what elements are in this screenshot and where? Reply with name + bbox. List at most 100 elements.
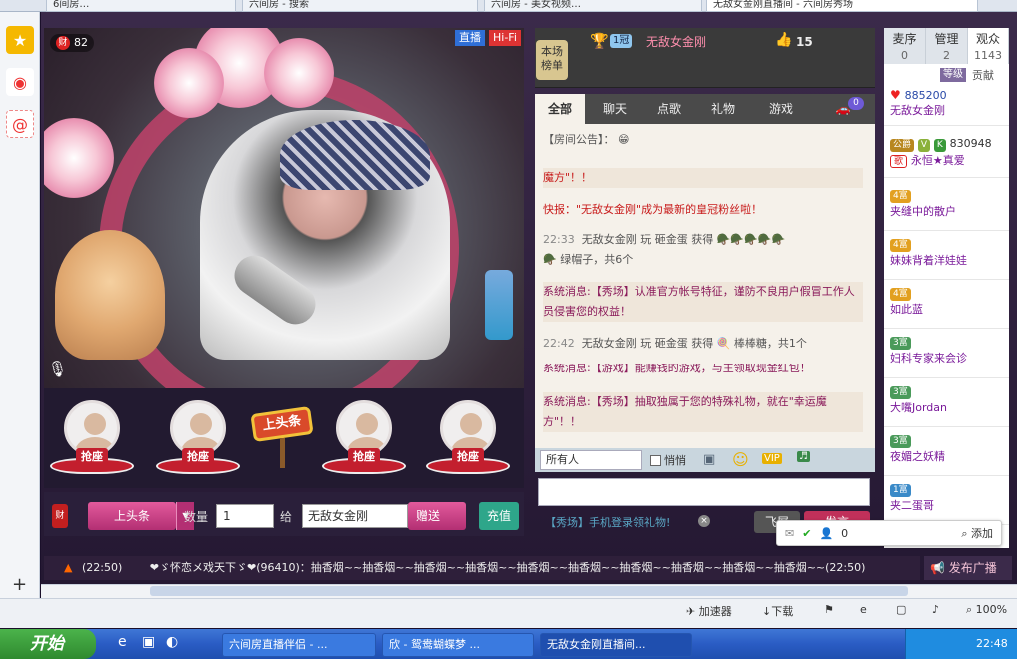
score: 830948	[949, 137, 992, 150]
tab-gift[interactable]: 礼物	[699, 94, 747, 124]
audience-panel: 麦序 0 管理 2 观众 1143 ♥ 885200 无敌女金刚 公爵 V K 830…	[884, 28, 1009, 548]
volume-icon[interactable]: ♪	[932, 603, 939, 616]
seat-slot[interactable]: 抢座	[322, 400, 406, 480]
close-icon[interactable]: ×	[698, 515, 710, 527]
gift-select[interactable]: 上头条	[88, 502, 176, 530]
heart-icon: ♥	[890, 88, 901, 102]
window-icon[interactable]: ▢	[896, 603, 906, 616]
ie-icon[interactable]: e	[860, 603, 867, 616]
star-icon[interactable]: ★	[6, 26, 34, 54]
hifi-badge[interactable]: Hi-Fi	[489, 30, 521, 46]
seat-slot[interactable]: 抢座	[50, 400, 134, 480]
check-icon[interactable]: ✔	[802, 527, 811, 540]
msg-text: 绿帽子，共6个	[560, 253, 634, 266]
whisper-checkbox[interactable]: 悄悄	[650, 452, 686, 468]
list-item[interactable]: 3富 夜媚之妖精	[884, 428, 1009, 476]
user-name: 夜媚之妖精	[890, 450, 945, 463]
vip-icon[interactable]: VIP	[762, 453, 782, 464]
seat-slot[interactable]: 抢座	[156, 400, 240, 480]
list-item[interactable]: 3富 大嘴Jordan	[884, 379, 1009, 427]
host-name[interactable]: 无敌女金刚	[646, 33, 706, 50]
list-item[interactable]: 4富 妹妹背着洋娃娃	[884, 232, 1009, 280]
browser-tab[interactable]: 六间房 - 美女视频…	[484, 0, 702, 12]
system-message: 系统消息:【秀场】认准官方帐号特征，谨防不良用户假冒工作人员侵害您的权益！	[543, 282, 863, 322]
weibo-icon[interactable]: ◉	[6, 68, 34, 96]
add-contact-button[interactable]: ⌕ 添加	[961, 525, 1001, 541]
tab-admins[interactable]: 管理 2	[926, 28, 968, 64]
audience-select[interactable]: 所有人	[540, 450, 642, 470]
accelerator-button[interactable]: ✈ 加速器	[686, 603, 732, 619]
tab-game[interactable]: 游戏	[753, 94, 809, 124]
list-item[interactable]: 4富 如此蓝	[884, 281, 1009, 329]
chat-log[interactable]: 【房间公告】： 😁 魔方"！！ 快报："无敌女金刚"成为最新的皇冠粉丝啦！ 22…	[535, 124, 875, 448]
sort-level-button[interactable]: 等级	[940, 68, 966, 82]
tab-label: 无敌女金刚直播间 - 六间房秀场	[713, 0, 853, 10]
msg-time: 22:33	[543, 233, 575, 246]
mail-icon[interactable]: @	[6, 110, 34, 138]
rank-badge: 1富	[890, 484, 911, 497]
tab-all[interactable]: 全部	[535, 94, 585, 124]
start-button[interactable]: 开始	[0, 629, 96, 659]
seat-slot[interactable]: 抢座	[426, 400, 510, 480]
video-player[interactable]	[44, 28, 524, 388]
sort-contribution-button[interactable]: 贡献	[972, 67, 994, 83]
download-button[interactable]: ↓下载	[762, 603, 793, 619]
list-item[interactable]: 1富 夹二蛋哥	[884, 477, 1009, 525]
zoom-control[interactable]: ⌕ 100%	[966, 603, 1007, 617]
red-envelope-button[interactable]: 财	[52, 504, 68, 528]
tab-song[interactable]: 点歌	[645, 94, 693, 124]
taskbar-item[interactable]: 欣 - 鸳鸯蝴蝶梦 ...	[382, 633, 534, 657]
chat-message: 22:33 无敌女金刚 玩 砸金蛋 获得 🪖🪖🪖🪖🪖 🪖 绿帽子，共6个	[543, 230, 863, 270]
image-icon[interactable]: ▣	[703, 452, 715, 467]
clock[interactable]: 22:48	[976, 637, 1008, 650]
ranking-board-button[interactable]: 本场榜单	[536, 40, 568, 80]
browser-tab-active[interactable]: 无敌女金刚直播间 - 六间房秀场	[706, 0, 978, 12]
megaphone-icon: 📢	[930, 561, 945, 575]
chat-input[interactable]	[538, 478, 870, 506]
smiley-icon[interactable]: ☺	[732, 450, 749, 469]
song-tag: 歌	[890, 155, 908, 168]
broadcast-button[interactable]: 📢 发布广播	[924, 556, 1012, 580]
user-name: 永恒★真爱	[910, 154, 965, 167]
window-switch-icon[interactable]: ▣	[142, 634, 155, 650]
envelope-icon[interactable]: ✉	[785, 527, 794, 540]
whisper-label: 悄悄	[664, 454, 686, 467]
list-item[interactable]: 3富 妇科专家来会诊	[884, 330, 1009, 378]
live-badge[interactable]: 直播	[455, 30, 485, 46]
recharge-button[interactable]: 充值	[479, 502, 519, 530]
scrollbar-thumb[interactable]	[150, 586, 908, 596]
search-icon: ⌕	[961, 527, 968, 540]
tab-queue[interactable]: 麦序 0	[884, 28, 926, 64]
grab-seat-label: 抢座	[76, 448, 108, 466]
list-item[interactable]: 4富 夹缝中的散户	[884, 183, 1009, 231]
add-label: 添加	[971, 527, 993, 540]
list-item[interactable]: 公爵 V K 830948 歌 永恒★真爱	[884, 134, 1009, 178]
money-icon: 财	[56, 36, 70, 50]
chat-message: 快报："无敌女金刚"成为最新的皇冠粉丝啦！	[543, 203, 763, 216]
recipient-select[interactable]: 无敌女金刚	[302, 504, 408, 528]
tab-count: 0	[901, 49, 908, 62]
speaker-icon[interactable]: ♬	[797, 451, 810, 462]
user-icon[interactable]: 👤	[819, 527, 833, 540]
browser-tab[interactable]: 6间房…	[46, 0, 236, 12]
quantity-label: 数量	[184, 510, 209, 524]
lollipop-icon: 🍭	[716, 337, 731, 350]
tab-chat[interactable]: 聊天	[591, 94, 639, 124]
promo-link[interactable]: 【秀场】手机登录领礼物!	[545, 514, 670, 530]
system-message: 系统消息:【游戏】能赚钱的游戏，与主领取现金红包！	[543, 364, 811, 374]
rank-badge: 4富	[890, 239, 911, 252]
taskbar-item-active[interactable]: 无敌女金刚直播间...	[540, 633, 692, 657]
checkbox[interactable]	[650, 454, 661, 466]
browser-tab[interactable]: 六间房 - 搜索	[242, 0, 478, 12]
user-name: 无敌女金刚	[890, 104, 945, 117]
ie-icon[interactable]: e	[118, 634, 127, 650]
flag-icon[interactable]: ⚑	[824, 603, 834, 616]
add-icon[interactable]: +	[12, 574, 27, 595]
taskbar-item[interactable]: 六间房直播伴侣 - ...	[222, 633, 376, 657]
microphone-icon[interactable]: 🎙	[48, 360, 67, 382]
tab-audience[interactable]: 观众 1143	[968, 28, 1009, 64]
send-gift-button[interactable]: 赠送	[408, 502, 466, 530]
browser-icon[interactable]: ◐	[166, 634, 178, 650]
list-item[interactable]: ♥ 885200 无敌女金刚	[884, 86, 1009, 126]
quantity-input[interactable]: 1	[216, 504, 274, 528]
